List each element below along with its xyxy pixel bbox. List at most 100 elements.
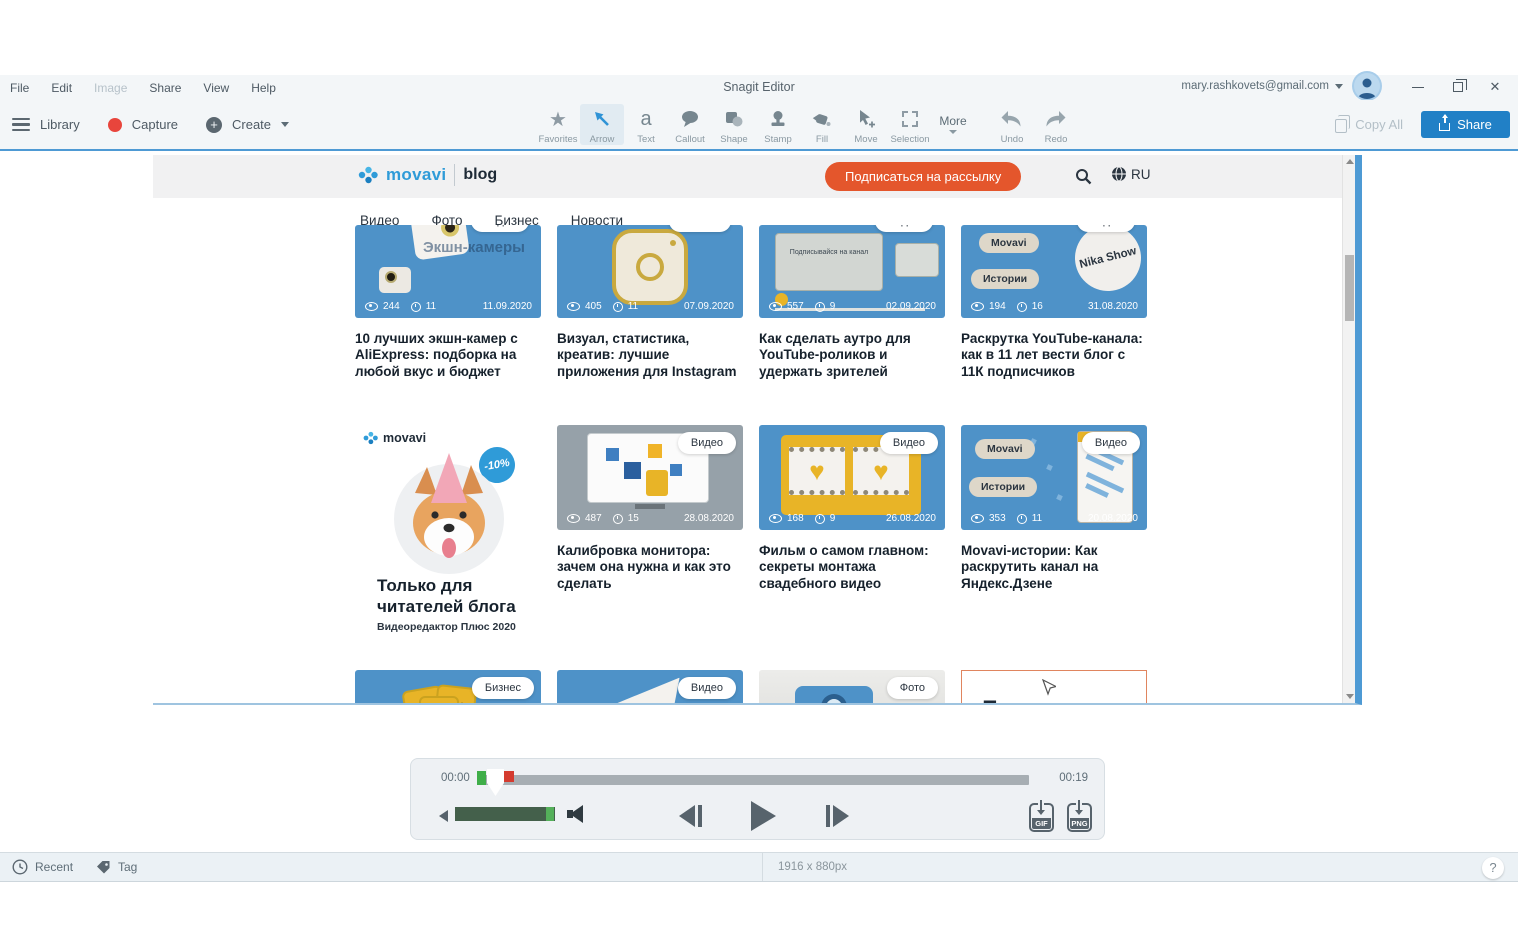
text-icon [640,108,651,131]
subscribe-card[interactable]: Подпишитесь [961,670,1147,705]
copy-all-button[interactable]: Copy All [1335,116,1403,133]
account-menu[interactable]: mary.rashkovets@gmail.com [1181,80,1343,92]
png-label: PNG [1070,818,1089,829]
tool-shape[interactable]: Shape [712,104,756,145]
volume-min-icon[interactable] [439,810,448,822]
views-icon [971,302,984,311]
blog-card[interactable]: Бизнес [355,670,541,705]
account-email: mary.rashkovets@gmail.com [1181,80,1329,92]
tool-callout[interactable]: Callout [668,104,712,145]
minimize-button[interactable] [1403,77,1433,97]
promo-card[interactable]: movavi -10% Тольк [355,425,541,640]
export-gif-button[interactable]: GIF [1029,803,1054,832]
page-scrollbar[interactable] [1342,155,1355,703]
export-png-button[interactable]: PNG [1067,803,1092,832]
redo-label: Redo [1045,134,1068,145]
card-meta: 194 16 31.08.2020 [971,301,1138,312]
search-icon [1075,168,1092,185]
avatar[interactable] [1354,73,1380,99]
blog-logo[interactable]: movavi blog [358,164,497,186]
views-icon [769,302,782,311]
read-time-icon [815,514,825,524]
read-time-icon [613,302,623,312]
share-button[interactable]: Share [1421,111,1510,138]
volume-slider[interactable] [455,807,555,821]
camera-illustration [795,686,873,705]
speaker-icon[interactable] [561,805,583,823]
tag-button[interactable]: Tag [96,853,137,881]
tool-move[interactable]: Move [844,104,888,145]
captured-frame: movavi blog Подписаться на рассылку [153,155,1362,705]
recent-button[interactable]: Recent [12,853,73,881]
paper-illustration [604,678,686,705]
views-icon [567,302,580,311]
redo-button[interactable]: Redo [1034,104,1078,145]
library-button[interactable]: Library [40,117,80,132]
play-button[interactable] [751,801,776,831]
category-badge: Видео [471,225,529,232]
move-icon [856,109,876,129]
fill-icon [812,109,832,129]
next-frame-button[interactable] [826,805,849,827]
scroll-down-icon[interactable] [1346,694,1354,699]
toolbar-left-group: Library Capture + Create [12,100,289,149]
promo-title: Только для читателей блога [377,575,547,618]
restore-button[interactable] [1443,77,1473,97]
tool-arrow[interactable]: Arrow [580,104,624,145]
tool-stamp[interactable]: Stamp [756,104,800,145]
thumb-overlay-text: Игорь [893,704,931,705]
blog-card[interactable]: Видео 487 15 28.08.2020 Калибровка монит… [557,425,743,640]
scroll-up-icon[interactable] [1346,159,1354,164]
undo-redo-group: Undo Redo [990,104,1078,145]
create-button[interactable]: Create [232,117,271,132]
tool-label: Selection [890,134,929,145]
category-badge: Бизнес [472,677,534,699]
blog-card[interactable]: Видео 168 9 26.08.2020 Фильм о самом гла… [759,425,945,640]
scrollbar-thumb[interactable] [1345,255,1354,321]
toolbar: Library Capture + Create Favorites Arrow [0,100,1518,151]
subscribe-button[interactable]: Подписаться на рассылку [825,162,1021,191]
help-button[interactable]: ? [1482,857,1504,879]
recent-label: Recent [35,860,73,874]
shape-icon [724,109,744,129]
chevron-down-icon [949,130,957,134]
total-time: 00:19 [1059,772,1088,784]
blog-card[interactable]: Movavi Истории Видео 353 11 20.08.2020 M… [961,425,1147,640]
blog-card[interactable]: Видео [557,670,743,705]
tool-selection[interactable]: Selection [888,104,932,145]
language-switcher[interactable]: RU [1111,166,1151,182]
download-icon [1078,800,1080,810]
card-meta: 168 9 26.08.2020 [769,513,936,524]
search-button[interactable] [1075,168,1092,190]
card-thumbnail: Movavi Истории Видео 353 11 20.08.2020 [961,425,1147,530]
blog-card[interactable]: Бизнес 405 11 07.09.2020 Визуал, статист… [557,225,743,380]
blog-card[interactable]: Экшн-камеры Видео 244 11 11.09.2020 10 л… [355,225,541,380]
card-thumbnail: Видео 168 9 26.08.2020 [759,425,945,530]
previous-frame-button[interactable] [679,805,702,827]
card-thumbnail: Игорь Фото [759,670,945,705]
close-button[interactable]: ✕ [1480,77,1510,97]
read-time-icon [1017,514,1027,524]
image-dimensions: 1916 x 880px [778,853,847,881]
blog-card[interactable]: Movavi Истории Nika Show Видео 194 16 31… [961,225,1147,380]
restore-icon [1453,82,1463,92]
trim-end-marker[interactable] [504,771,514,782]
capture-button[interactable]: Capture [132,117,178,132]
undo-button[interactable]: Undo [990,104,1034,145]
next-frame-icon [833,805,849,827]
divider [762,853,763,881]
divider [454,164,455,186]
tool-fill[interactable]: Fill [800,104,844,145]
playhead[interactable] [487,769,504,796]
trim-start-marker[interactable] [477,771,486,785]
editor-canvas: movavi blog Подписаться на рассылку [0,153,1518,852]
promo-subtitle: Видеоредактор Плюс 2020 [377,621,516,633]
subscribe-card-title: Подпишитесь [962,697,1146,705]
tool-text[interactable]: Text [624,104,668,145]
tool-more[interactable]: More [932,104,974,145]
person-icon [1354,73,1380,99]
tool-favorites[interactable]: Favorites [536,104,580,145]
blog-card[interactable]: Подписывайся на канал Видео 557 9 02.09.… [759,225,945,380]
timeline-track[interactable] [477,775,1029,785]
blog-card[interactable]: Игорь Фото [759,670,945,705]
